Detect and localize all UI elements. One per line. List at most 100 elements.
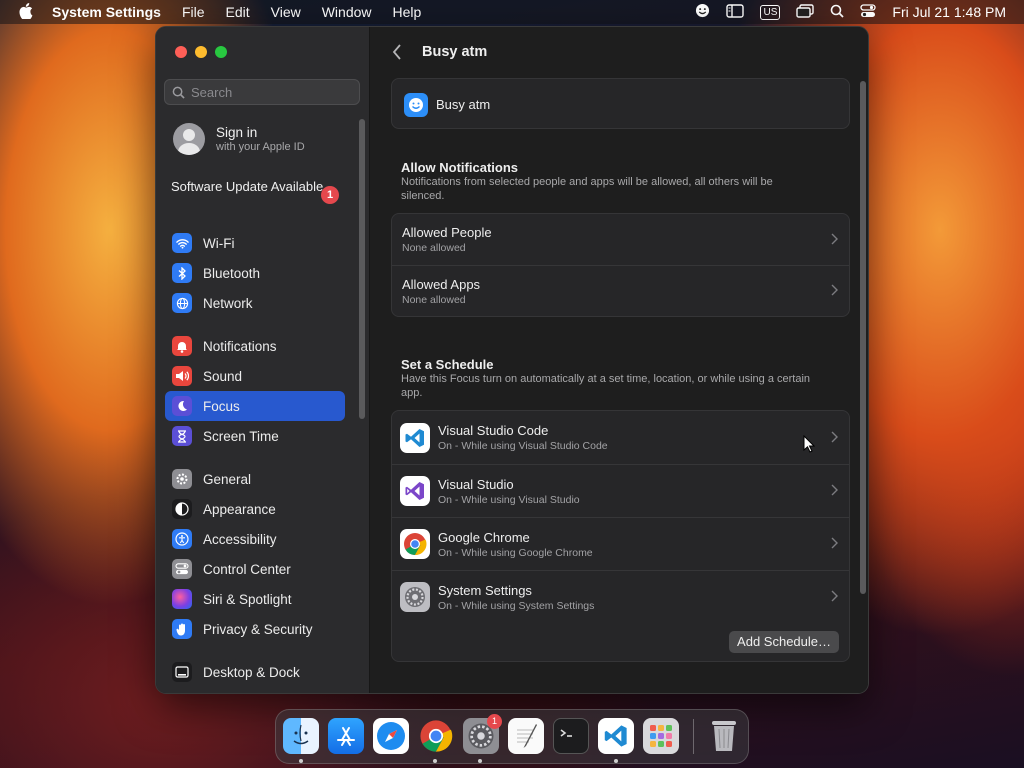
mouse-pointer-icon [803, 435, 815, 453]
appearance-icon [172, 499, 192, 519]
sidebar-scrollbar[interactable] [359, 119, 365, 419]
allow-notifications-title: Allow Notifications [401, 160, 518, 175]
software-update-badge: 1 [321, 186, 339, 204]
sidebar-item-siri-spotlight[interactable]: Siri & Spotlight [165, 584, 345, 614]
bluetooth-icon [172, 263, 192, 283]
focus-name-card[interactable]: Busy atm [391, 78, 850, 129]
sidebar-item-focus[interactable]: Focus [165, 391, 345, 421]
general-gear-icon [172, 469, 192, 489]
search-input[interactable] [191, 84, 351, 100]
chevron-right-icon [831, 283, 838, 299]
finder-icon[interactable] [283, 718, 319, 754]
spotlight-search-icon[interactable] [830, 4, 845, 21]
zoom-window-button[interactable] [215, 46, 227, 58]
sidebar-item-desktop-dock[interactable]: Desktop & Dock [165, 657, 345, 687]
schedule-description: Have this Focus turn on automatically at… [401, 373, 811, 399]
row-title: Google Chrome [438, 529, 530, 545]
dock-separator [693, 719, 694, 754]
page-title: Busy atm [422, 44, 488, 60]
avatar [173, 123, 205, 155]
safari-icon[interactable] [373, 718, 409, 754]
allowed-apps-row[interactable]: Allowed Apps None allowed [392, 265, 849, 316]
desktop-dock-icon [172, 662, 192, 682]
chrome-icon [400, 529, 430, 559]
sidebar-item-network[interactable]: Network [165, 288, 345, 318]
menu-view[interactable]: View [271, 4, 301, 20]
sidebar-item-label: Control Center [203, 561, 291, 577]
sidebar-item-privacy-security[interactable]: Privacy & Security [165, 614, 345, 644]
vscode-running-indicator [614, 759, 618, 763]
control-center-sidebar-icon [172, 559, 192, 579]
trash-icon[interactable] [706, 718, 742, 754]
schedule-row-system-settings[interactable]: System Settings On - While using System … [392, 570, 849, 623]
emoji-status-icon[interactable] [695, 3, 710, 21]
sidebar-item-label: Notifications [203, 338, 277, 354]
sign-in-subtitle: with your Apple ID [216, 141, 305, 153]
finder-running-indicator [299, 759, 303, 763]
minimize-window-button[interactable] [195, 46, 207, 58]
chevron-right-icon [831, 232, 838, 248]
menu-bar: System Settings File Edit View Window He… [0, 0, 1024, 24]
sidebar-item-label: Wi-Fi [203, 235, 235, 251]
textedit-icon[interactable] [508, 718, 544, 754]
row-title: System Settings [438, 582, 532, 598]
settings-running-indicator [478, 759, 482, 763]
software-update-label[interactable]: Software Update Available [171, 179, 341, 195]
menu-help[interactable]: Help [393, 4, 422, 20]
focus-smiley-icon [404, 92, 428, 117]
schedule-row-vscode[interactable]: Visual Studio Code On - While using Visu… [392, 411, 849, 464]
terminal-icon[interactable] [553, 718, 589, 754]
sidebar-item-appearance[interactable]: Appearance [165, 494, 345, 524]
siri-icon [172, 589, 192, 609]
vscode-dock-icon[interactable] [598, 718, 634, 754]
row-subtitle: On - While using Google Chrome [438, 546, 593, 559]
add-schedule-button[interactable]: Add Schedule… [729, 631, 839, 653]
menu-file[interactable]: File [182, 4, 205, 20]
search-field[interactable] [164, 79, 360, 105]
row-title: Allowed Apps [402, 276, 481, 292]
app-store-icon[interactable] [328, 718, 364, 754]
chevron-right-icon [831, 483, 838, 499]
sidebar-item-sound[interactable]: Sound [165, 361, 345, 391]
allowed-people-row[interactable]: Allowed People None allowed [392, 214, 849, 265]
system-settings-window: Sign in with your Apple ID Software Upda… [155, 26, 869, 694]
screen-time-icon [172, 426, 192, 446]
sidebar-item-bluetooth[interactable]: Bluetooth [165, 258, 345, 288]
detail-scrollbar[interactable] [860, 81, 866, 594]
sidebar-item-notifications[interactable]: Notifications [165, 331, 345, 361]
apple-menu-icon[interactable] [18, 2, 34, 22]
menu-edit[interactable]: Edit [226, 4, 250, 20]
visual-studio-icon [400, 476, 430, 506]
sidebar-item-wifi[interactable]: Wi-Fi [165, 228, 345, 258]
chrome-dock-icon[interactable] [418, 718, 454, 754]
menu-app-name[interactable]: System Settings [52, 4, 161, 20]
launchpad-icon[interactable] [643, 718, 679, 754]
close-window-button[interactable] [175, 46, 187, 58]
sidebar-item-label: Bluetooth [203, 265, 261, 281]
keyboard-layout-indicator[interactable]: US [760, 4, 781, 20]
sidebar-item-screen-time[interactable]: Screen Time [165, 421, 345, 451]
sidebar-item-label: Desktop & Dock [203, 664, 300, 680]
row-subtitle: None allowed [402, 242, 466, 254]
focus-moon-icon [172, 396, 192, 416]
row-subtitle: On - While using Visual Studio [438, 493, 580, 506]
sidebar-item-label: General [203, 471, 252, 487]
sidebar-item-label: Accessibility [203, 531, 277, 547]
schedule-list: Visual Studio Code On - While using Visu… [391, 410, 850, 662]
sidebar-item-next[interactable] [165, 689, 345, 693]
sidebar-item-general[interactable]: General [165, 464, 345, 494]
focus-detail-pane: Busy atm Busy atm Allow Notifications No… [371, 27, 868, 693]
sidebar-item-control-center[interactable]: Control Center [165, 554, 345, 584]
apple-id-sign-in[interactable]: Sign in with your Apple ID [173, 123, 305, 155]
schedule-row-chrome[interactable]: Google Chrome On - While using Google Ch… [392, 517, 849, 570]
menu-clock[interactable]: Fri Jul 21 1:48 PM [892, 4, 1006, 20]
control-center-icon[interactable] [860, 3, 877, 21]
menu-window[interactable]: Window [322, 4, 372, 20]
sign-in-title: Sign in [216, 125, 258, 140]
sidebar-item-label: Appearance [203, 501, 276, 517]
sidebar-item-accessibility[interactable]: Accessibility [165, 524, 345, 554]
back-chevron-icon[interactable] [392, 44, 408, 60]
stage-manager-icon[interactable] [726, 3, 745, 21]
schedule-row-visual-studio[interactable]: Visual Studio On - While using Visual St… [392, 464, 849, 517]
screen-mirroring-icon[interactable] [796, 3, 815, 21]
